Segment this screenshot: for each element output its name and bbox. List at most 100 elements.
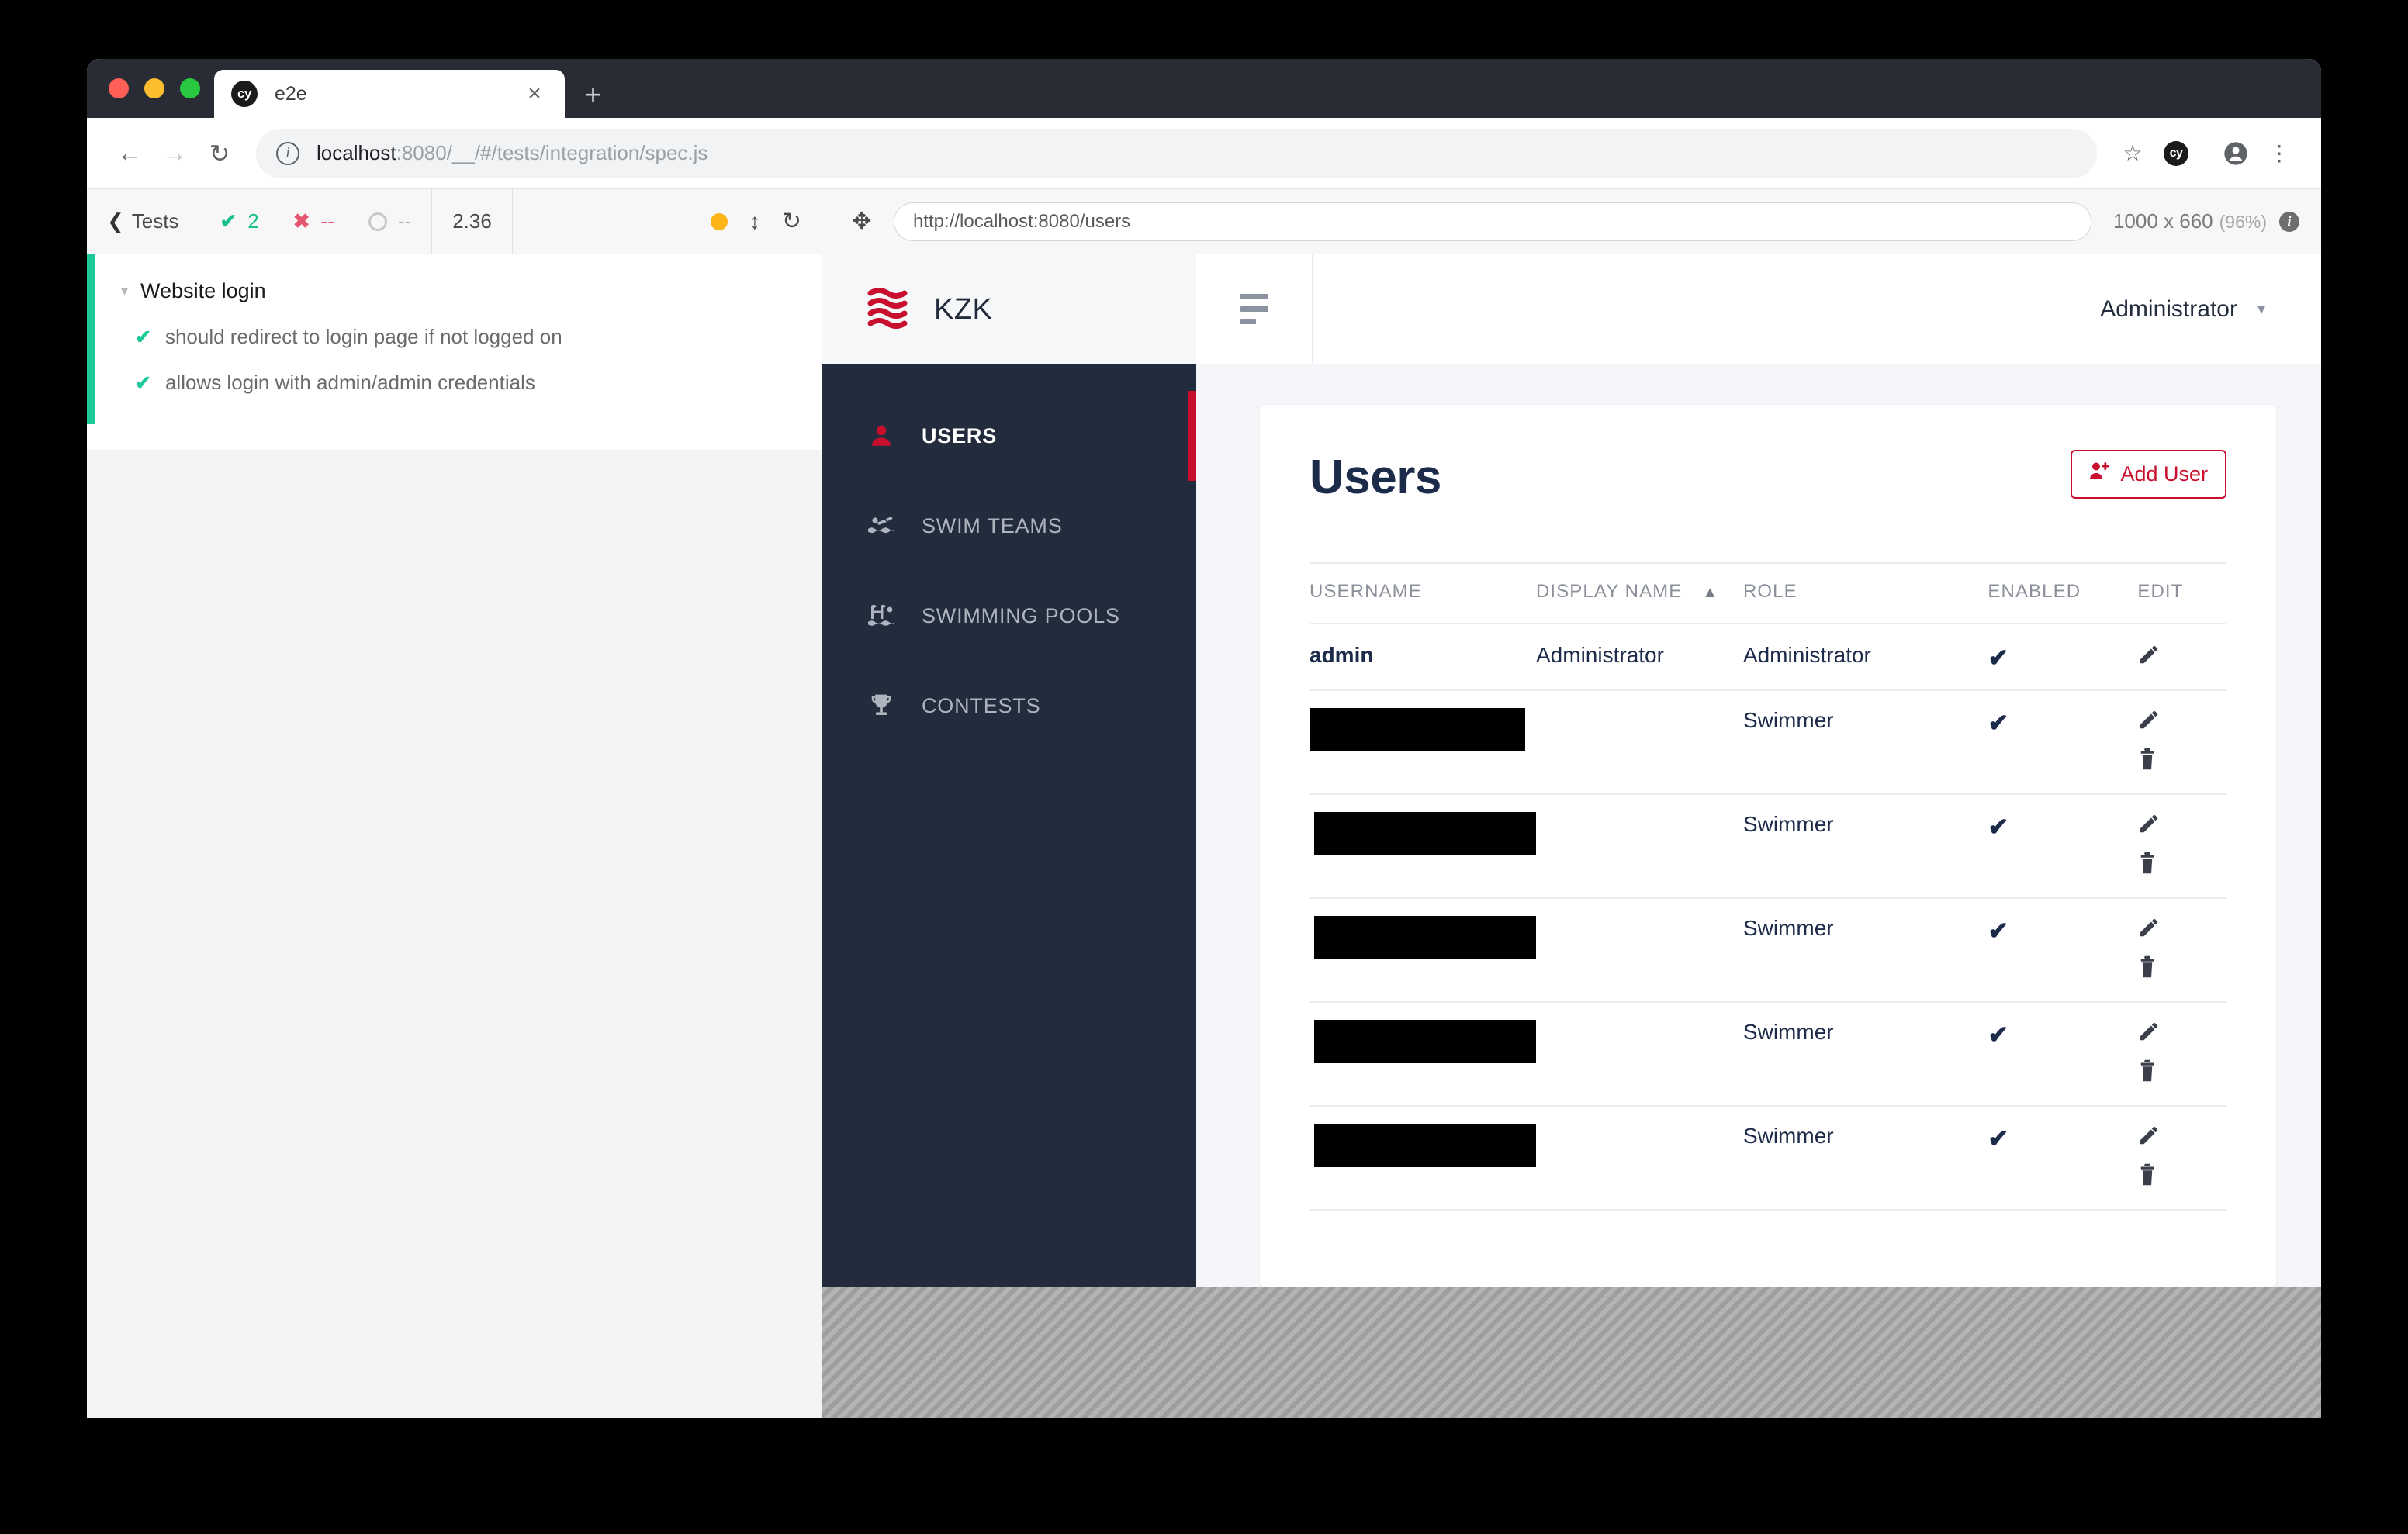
- hamburger-menu-icon[interactable]: [1196, 254, 1313, 364]
- back-icon[interactable]: ←: [107, 131, 152, 176]
- edit-pencil-icon[interactable]: [2137, 708, 2161, 737]
- cell-username: [1310, 690, 1536, 795]
- spec-header: ❮ Tests ✔ 2 ✖ -- -- 2.36 ↕ ↻: [87, 189, 822, 254]
- sort-ascending-icon: ▲: [1702, 584, 1719, 601]
- close-window-button[interactable]: [109, 78, 129, 98]
- edit-pencil-icon[interactable]: [2137, 812, 2161, 841]
- reload-icon[interactable]: ↻: [197, 131, 242, 176]
- user-icon: [866, 423, 897, 449]
- bookmark-star-icon[interactable]: ☆: [2111, 132, 2154, 175]
- cell-username: [1310, 1002, 1536, 1107]
- app-brand[interactable]: KZK: [822, 254, 1196, 364]
- add-user-button[interactable]: Add User: [2071, 450, 2226, 499]
- preview-url-field[interactable]: http://localhost:8080/users: [894, 202, 2091, 241]
- column-header-username[interactable]: USERNAME: [1310, 562, 1536, 624]
- forward-icon[interactable]: →: [152, 131, 197, 176]
- failed-stat: ✖ --: [293, 209, 334, 233]
- spec-header-spacer: [513, 189, 690, 254]
- swimmer-icon: [866, 514, 897, 537]
- close-icon[interactable]: ×: [521, 82, 548, 105]
- table-row: Swimmer ✔: [1310, 1106, 2226, 1211]
- address-bar-url: localhost:8080/__/#/tests/integration/sp…: [317, 141, 708, 165]
- spec-body: ▾ Website login ✔ should redirect to log…: [87, 254, 822, 1418]
- check-icon: ✔: [1988, 1021, 2009, 1049]
- pending-count: --: [397, 209, 412, 233]
- delete-trash-icon[interactable]: [2137, 955, 2157, 984]
- sidebar-item-label: SWIM TEAMS: [922, 513, 1063, 537]
- cell-enabled: ✔: [1988, 690, 2138, 795]
- passed-count: 2: [247, 209, 259, 233]
- delete-trash-icon[interactable]: [2137, 1059, 2157, 1088]
- column-header-display-name[interactable]: DISPLAY NAME ▲: [1536, 562, 1743, 624]
- active-indicator: [1188, 391, 1196, 481]
- edit-pencil-icon[interactable]: [2137, 1020, 2161, 1049]
- tab-strip: cy e2e × +: [87, 59, 2321, 118]
- redacted-username: [1314, 1020, 1536, 1063]
- cell-actions: [2137, 1106, 2226, 1211]
- edit-pencil-icon[interactable]: [2137, 916, 2161, 945]
- back-to-tests-button[interactable]: ❮ Tests: [87, 189, 200, 254]
- cypress-runner: ❮ Tests ✔ 2 ✖ -- -- 2.36 ↕ ↻ ▾ Website l…: [87, 189, 2321, 1418]
- cell-actions: [2137, 898, 2226, 1003]
- column-header-edit[interactable]: EDIT: [2137, 562, 2226, 624]
- add-user-label: Add User: [2120, 462, 2208, 485]
- redacted-username: [1314, 916, 1536, 959]
- maximize-window-button[interactable]: [180, 78, 200, 98]
- browser-menu-icon[interactable]: ⋮: [2258, 132, 2301, 175]
- delete-trash-icon[interactable]: [2137, 1163, 2157, 1192]
- address-bar-path: :8080/__/#/tests/integration/spec.js: [396, 141, 708, 164]
- column-header-enabled[interactable]: ENABLED: [1988, 562, 2138, 624]
- test-row[interactable]: ✔ should redirect to login page if not l…: [95, 314, 822, 360]
- browser-tab[interactable]: cy e2e ×: [214, 70, 565, 118]
- user-menu[interactable]: Administrator ▾: [2100, 296, 2321, 323]
- app-content: Users Add User USERNAME DISPLAY NAME ▲ R…: [1196, 364, 2321, 1287]
- edit-pencil-icon[interactable]: [2137, 643, 2161, 672]
- cell-username: admin: [1310, 624, 1536, 691]
- column-header-role[interactable]: ROLE: [1742, 562, 1988, 624]
- cypress-extension-icon[interactable]: cy: [2154, 132, 2198, 175]
- sidebar-item-swimming-pools[interactable]: SWIMMING POOLS: [822, 571, 1196, 661]
- users-card: Users Add User USERNAME DISPLAY NAME ▲ R…: [1260, 405, 2276, 1287]
- cypress-favicon-icon: cy: [231, 81, 258, 107]
- app-main: Administrator ▾ Users Add User USERNAME …: [1196, 254, 2321, 1287]
- test-label: allows login with admin/admin credential…: [164, 371, 535, 394]
- cell-role: Swimmer: [1742, 898, 1988, 1003]
- viewport-info-icon[interactable]: i: [2279, 211, 2299, 232]
- check-icon: ✔: [1988, 813, 2009, 841]
- sidebar-item-users[interactable]: USERS: [822, 391, 1196, 481]
- passed-stat: ✔ 2: [220, 209, 258, 233]
- sidebar-item-contests[interactable]: CONTESTS: [822, 661, 1196, 751]
- cypress-extension-glyph: cy: [2164, 140, 2188, 166]
- address-bar[interactable]: i localhost:8080/__/#/tests/integration/…: [256, 128, 2097, 178]
- card-header: Users Add User: [1310, 450, 2226, 505]
- edit-pencil-icon[interactable]: [2137, 1124, 2161, 1152]
- new-tab-button[interactable]: +: [585, 81, 601, 109]
- profile-avatar-icon[interactable]: [2214, 132, 2258, 175]
- delete-trash-icon[interactable]: [2137, 748, 2157, 776]
- users-table: USERNAME DISPLAY NAME ▲ ROLE ENABLED EDIT: [1310, 562, 2226, 1211]
- row-actions: [2137, 916, 2226, 984]
- preview-header: ✥ http://localhost:8080/users 1000 x 660…: [822, 189, 2321, 254]
- delete-trash-icon[interactable]: [2137, 852, 2157, 880]
- site-info-icon[interactable]: i: [276, 141, 299, 165]
- viewport-size-label: 1000 x 660 (96%): [2113, 209, 2267, 233]
- sidebar-item-label: CONTESTS: [922, 693, 1041, 717]
- test-row[interactable]: ✔ allows login with admin/admin credenti…: [95, 360, 822, 406]
- sidebar-item-label: USERS: [922, 423, 998, 447]
- toggle-size-icon[interactable]: ↕: [749, 209, 760, 234]
- check-icon: ✔: [1988, 644, 2009, 672]
- tab-title: e2e: [275, 82, 307, 105]
- suite-title[interactable]: ▾ Website login: [95, 268, 822, 314]
- kzk-waves-logo-icon: [867, 285, 911, 334]
- cell-display-name: [1536, 690, 1743, 795]
- selector-playground-icon[interactable]: ✥: [844, 208, 880, 235]
- rerun-icon[interactable]: ↻: [782, 208, 801, 235]
- page-title: Users: [1310, 451, 1441, 504]
- test-label: should redirect to login page if not log…: [164, 325, 562, 348]
- add-user-icon: [2089, 461, 2111, 487]
- sidebar-item-swim-teams[interactable]: SWIM TEAMS: [822, 481, 1196, 571]
- row-actions: [2137, 1124, 2226, 1192]
- duration-stat: 2.36: [432, 189, 513, 254]
- minimize-window-button[interactable]: [144, 78, 164, 98]
- row-actions: [2137, 708, 2226, 776]
